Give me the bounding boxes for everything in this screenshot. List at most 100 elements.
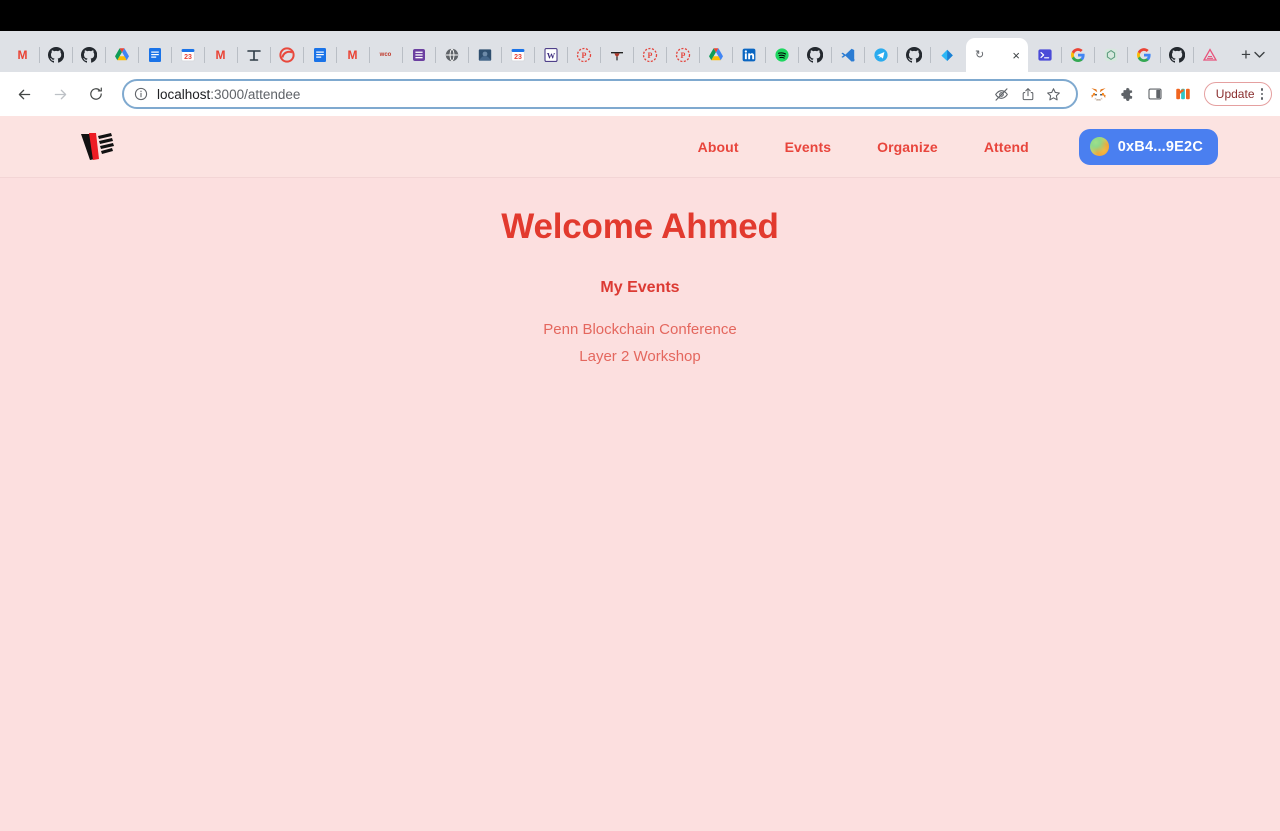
pinned-tab[interactable]	[1094, 38, 1127, 72]
avatar	[1089, 137, 1109, 156]
pinned-tab[interactable]	[732, 38, 765, 72]
pinned-tab[interactable]	[435, 38, 468, 72]
pinned-tab[interactable]	[1160, 38, 1193, 72]
svg-text:23: 23	[514, 54, 522, 61]
url-host: localhost	[157, 86, 211, 102]
nav-link-attend[interactable]: Attend	[984, 139, 1029, 155]
pinned-tab[interactable]: P	[666, 38, 699, 72]
pinned-tab[interactable]: M	[336, 38, 369, 72]
nav-link-events[interactable]: Events	[785, 139, 832, 155]
pinned-tab[interactable]	[468, 38, 501, 72]
pinned-tabs-container: M 23 M Mwco 23 W P P P	[6, 38, 963, 72]
update-button-label: Update	[1215, 87, 1255, 101]
pinned-tab[interactable]: W	[534, 38, 567, 72]
pinned-tab[interactable]	[402, 38, 435, 72]
autodesk-icon	[1201, 47, 1218, 64]
google-calendar-icon: 23	[509, 47, 526, 64]
event-link[interactable]: Layer 2 Workshop	[579, 348, 700, 365]
svg-text:W: W	[546, 50, 555, 60]
vscode-icon	[839, 47, 856, 64]
eye-off-icon[interactable]	[990, 82, 1014, 106]
url-path: :3000/attendee	[210, 86, 301, 102]
pinned-tab[interactable]	[138, 38, 171, 72]
google-drive-icon	[707, 47, 724, 64]
github-icon	[806, 46, 823, 64]
pinned-tab[interactable]	[600, 38, 633, 72]
reload-button[interactable]	[81, 79, 111, 109]
pinned-tab[interactable]	[897, 38, 930, 72]
google-drive-icon	[113, 47, 130, 64]
pinned-tab[interactable]	[303, 38, 336, 72]
close-icon[interactable]: ×	[1012, 49, 1020, 62]
update-button[interactable]: Update	[1203, 82, 1272, 106]
pinned-tab[interactable]	[765, 38, 798, 72]
back-button[interactable]	[9, 79, 39, 109]
pinned-tab[interactable]: 23	[501, 38, 534, 72]
chrome-menu-icon[interactable]	[1260, 88, 1263, 100]
pinned-tab[interactable]	[1028, 38, 1061, 72]
pinned-tab[interactable]	[1127, 38, 1160, 72]
nav-link-organize[interactable]: Organize	[877, 139, 938, 155]
pinned-tab[interactable]	[930, 38, 963, 72]
spotify-icon	[773, 47, 790, 64]
pinned-tab[interactable]	[237, 38, 270, 72]
pinned-tab[interactable]	[798, 38, 831, 72]
dart-icon	[938, 47, 955, 64]
forward-button[interactable]	[45, 79, 75, 109]
my-events-list: Penn Blockchain Conference Layer 2 Works…	[0, 297, 1280, 366]
address-bar-text: localhost:3000/attendee	[157, 87, 988, 102]
bookmark-star-icon[interactable]	[1042, 82, 1066, 106]
linkedin-icon	[740, 47, 757, 64]
github-icon	[80, 46, 97, 64]
window-titlebar	[0, 0, 1280, 31]
notion-list-icon	[410, 47, 427, 64]
pinned-tab[interactable]	[1061, 38, 1094, 72]
honey-extension-icon[interactable]	[1170, 81, 1196, 107]
pinned-tab[interactable]	[105, 38, 138, 72]
wallet-address-label: 0xB4...9E2C	[1117, 138, 1203, 155]
svg-text:P: P	[647, 51, 652, 60]
gmail-icon: M	[215, 47, 226, 62]
web-page-viewport: About Events Organize Attend 0xB4...9E2C…	[0, 116, 1280, 831]
wallet-address-button[interactable]: 0xB4...9E2C	[1078, 128, 1218, 165]
pinned-tab[interactable]: 23	[171, 38, 204, 72]
site-nav: About Events Organize Attend	[698, 139, 1029, 155]
google-calendar-icon: 23	[179, 47, 196, 64]
pinned-tab[interactable]: P	[567, 38, 600, 72]
svg-text:23: 23	[184, 54, 192, 61]
metamask-extension-icon[interactable]	[1086, 81, 1112, 107]
wco-icon: wco	[379, 51, 392, 58]
tab-loading-icon: ↻	[975, 48, 985, 61]
pinned-tab[interactable]	[72, 38, 105, 72]
side-panel-icon[interactable]	[1142, 81, 1168, 107]
browser-toolbar: localhost:3000/attendee Update	[0, 72, 1280, 116]
pinned-tab[interactable]: M	[204, 38, 237, 72]
event-link[interactable]: Penn Blockchain Conference	[543, 321, 736, 338]
site-header: About Events Organize Attend 0xB4...9E2C	[0, 116, 1280, 178]
pinned-tab[interactable]: P	[633, 38, 666, 72]
pinned-tab[interactable]: wco	[369, 38, 402, 72]
penn-icon: P	[641, 47, 658, 64]
gmail-icon: M	[17, 47, 28, 62]
chatgpt-icon	[1102, 47, 1119, 64]
wingmark-logo[interactable]	[78, 129, 118, 165]
pinned-tab[interactable]	[864, 38, 897, 72]
main-content: Welcome Ahmed My Events Penn Blockchain …	[0, 178, 1280, 366]
pinned-tab[interactable]	[831, 38, 864, 72]
chevron-down-icon[interactable]	[1246, 42, 1272, 68]
pinned-tab[interactable]	[270, 38, 303, 72]
svg-text:P: P	[581, 51, 586, 60]
pinned-tab[interactable]	[699, 38, 732, 72]
nav-link-about[interactable]: About	[698, 139, 739, 155]
active-tab[interactable]: ↻ ×	[966, 38, 1028, 72]
svg-text:P: P	[680, 51, 685, 60]
address-bar[interactable]: localhost:3000/attendee	[122, 79, 1078, 109]
terminal-icon	[1036, 47, 1053, 64]
puzzle-extensions-icon[interactable]	[1114, 81, 1140, 107]
pinned-tab[interactable]: M	[6, 38, 39, 72]
pinned-tab[interactable]	[39, 38, 72, 72]
site-info-icon[interactable]	[132, 85, 150, 103]
word-icon: W	[542, 47, 559, 64]
share-icon[interactable]	[1016, 82, 1040, 106]
pinned-tab[interactable]	[1193, 38, 1226, 72]
